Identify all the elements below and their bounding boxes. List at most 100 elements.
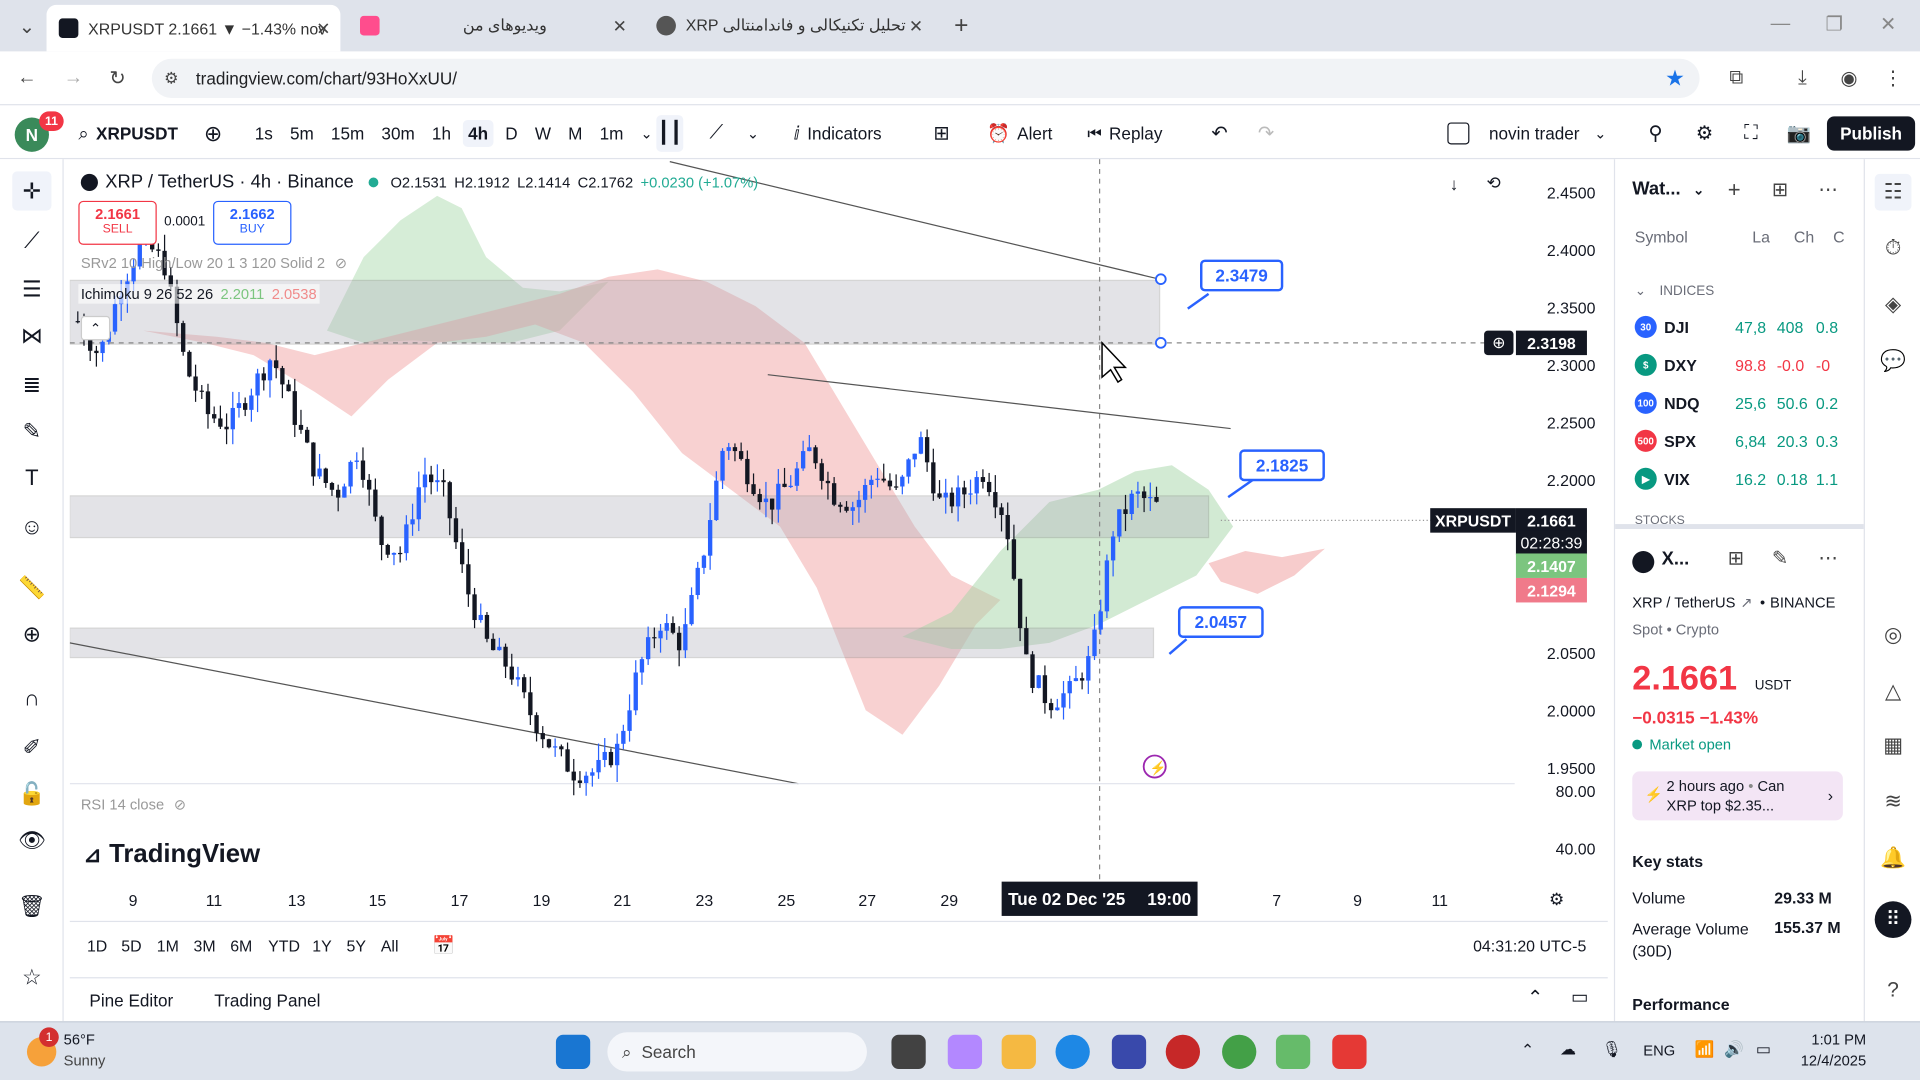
refresh-icon[interactable]: ⟲: [1487, 173, 1501, 194]
quick-search-icon[interactable]: ⚲: [1643, 108, 1667, 159]
support-zone[interactable]: [69, 627, 1155, 659]
taskbar-time[interactable]: 1:01 PM: [1800, 1031, 1866, 1048]
layout-name-button[interactable]: novin trader ⌄: [1489, 108, 1607, 159]
col-change-pct[interactable]: C: [1833, 228, 1844, 246]
ms-store-icon[interactable]: [1111, 1034, 1147, 1069]
volume-icon[interactable]: 🔊: [1724, 1040, 1744, 1060]
app-red-icon[interactable]: [1332, 1034, 1367, 1069]
watchlist-row[interactable]: 500 SPX 6,84 20.3 0.3: [1615, 422, 1865, 459]
more-dots-icon[interactable]: ⋯: [1818, 178, 1838, 202]
col-change[interactable]: Ch: [1794, 228, 1814, 246]
layout-grid-icon[interactable]: ⊞: [928, 108, 955, 159]
range-6m[interactable]: 6M: [230, 937, 252, 955]
line-tool-icon[interactable]: ⟋: [703, 108, 730, 159]
close-tab-icon[interactable]: ✕: [613, 15, 627, 36]
menu-kebab-icon[interactable]: ⋮: [1881, 66, 1905, 90]
range-5y[interactable]: 5Y: [347, 937, 366, 955]
watchlist-row[interactable]: 30 DJI 47,8 408 0.8: [1615, 309, 1865, 346]
clock-text[interactable]: 04:31:20 UTC-5: [1473, 937, 1586, 955]
edge-browser-icon[interactable]: [1055, 1034, 1090, 1069]
undo-icon[interactable]: ↶: [1207, 108, 1231, 159]
url-field[interactable]: ⚙ tradingview.com/chart/93HoXxUU/ ★: [151, 58, 1700, 98]
watchlist-row[interactable]: $ DXY 98.8 -0.0 -0: [1615, 347, 1865, 384]
range-1m[interactable]: 1M: [157, 937, 179, 955]
buy-button[interactable]: 2.1662 BUY: [213, 200, 292, 245]
text-tool-icon[interactable]: T: [12, 458, 51, 497]
fib-icon[interactable]: ≣: [12, 365, 51, 404]
tray-chevron-icon[interactable]: ⌃: [1521, 1041, 1534, 1061]
horizontal-lines-icon[interactable]: ☰: [12, 269, 51, 308]
range-5d[interactable]: 5D: [121, 937, 141, 955]
table-view-icon[interactable]: ⊞: [1772, 178, 1788, 202]
help-icon[interactable]: ?: [1875, 972, 1912, 1009]
trend-line-icon[interactable]: ⟋: [12, 220, 51, 259]
hidden-eye-icon[interactable]: ⊘: [335, 255, 347, 272]
download-icon[interactable]: ⤓: [1790, 66, 1814, 90]
minimize-icon[interactable]: —: [1768, 12, 1792, 36]
alert-button[interactable]: ⏰ Alert: [987, 108, 1052, 159]
external-link-icon[interactable]: ↗: [1740, 594, 1752, 611]
indicators-button[interactable]: ⅈ Indicators: [793, 108, 881, 159]
task-view-icon[interactable]: [891, 1034, 926, 1069]
bookmark-star-icon[interactable]: ★: [1665, 66, 1685, 92]
lower-trendline[interactable]: [69, 642, 799, 785]
interval-1h[interactable]: 1h: [427, 120, 456, 147]
brush-icon[interactable]: ✎: [12, 411, 51, 450]
interval-1mo[interactable]: 1m: [595, 120, 629, 147]
ichimoku-legend[interactable]: Ichimoku 9 26 52 26 2.2011 2.0538: [78, 284, 320, 304]
pdf-app-icon[interactable]: [1165, 1034, 1201, 1069]
range-1y[interactable]: 1Y: [312, 937, 331, 955]
zone-handle[interactable]: [1155, 337, 1167, 349]
chevron-down-icon[interactable]: ⌄: [744, 108, 761, 159]
products-grid-icon[interactable]: ⠿: [1874, 901, 1912, 938]
interval-4h[interactable]: 4h: [463, 120, 494, 147]
back-icon[interactable]: ←: [15, 66, 39, 90]
annotation-label[interactable]: 2.3479: [1200, 259, 1284, 292]
more-dots-icon[interactable]: ⋯: [1818, 546, 1838, 570]
close-tab-icon[interactable]: ✕: [909, 15, 923, 36]
srv-indicator-legend[interactable]: SRv2 10 High/Low 20 1 3 120 Solid 2 ⊘: [81, 255, 347, 272]
time-axis[interactable]: 9 11 13 15 17 19 21 23 25 27 29 7 9 11 T…: [70, 881, 1608, 919]
ideas-icon[interactable]: △: [1875, 673, 1912, 710]
interval-5m[interactable]: 5m: [285, 120, 319, 147]
emoji-icon[interactable]: ☺: [12, 507, 51, 546]
details-symbol[interactable]: X...: [1662, 549, 1690, 570]
interval-w[interactable]: W: [530, 120, 556, 147]
language-indicator[interactable]: ENG: [1643, 1042, 1675, 1059]
extensions-icon[interactable]: ⧉: [1724, 66, 1748, 90]
collapse-legend-icon[interactable]: ⌃: [80, 315, 111, 341]
tab-xrpusdt[interactable]: XRPUSDT 2.1661 ▼ −1.43% nov ✕: [46, 4, 341, 52]
legend-title[interactable]: XRP / TetherUS · 4h · Binance: [105, 171, 353, 192]
tab-trading-panel[interactable]: Trading Panel: [214, 991, 320, 1011]
expand-panel-icon[interactable]: ⌃: [1527, 986, 1543, 1010]
chevron-down-icon[interactable]: ⌄: [641, 125, 653, 142]
pattern-icon[interactable]: ⋈: [12, 316, 51, 355]
weather-temp[interactable]: 56°F: [64, 1031, 95, 1048]
magnet-icon[interactable]: ∩: [12, 678, 51, 717]
lock-icon[interactable]: 🔓: [12, 774, 51, 813]
hidden-eye-icon[interactable]: ⊘: [174, 796, 186, 813]
forward-icon[interactable]: →: [61, 66, 85, 90]
new-tab-icon[interactable]: +: [948, 12, 975, 39]
chat-icon[interactable]: 💬: [1875, 343, 1912, 380]
profile-icon[interactable]: ◉: [1837, 66, 1861, 90]
copilot-icon[interactable]: [947, 1034, 983, 1069]
details-name[interactable]: XRP / TetherUS: [1632, 594, 1735, 611]
compare-add-icon[interactable]: ⊕: [201, 108, 225, 159]
close-tab-icon[interactable]: ✕: [316, 18, 330, 39]
section-stocks[interactable]: STOCKS: [1635, 514, 1685, 524]
target-icon[interactable]: ◎: [1875, 617, 1912, 654]
range-1d[interactable]: 1D: [87, 937, 107, 955]
onedrive-icon[interactable]: ☁: [1560, 1040, 1576, 1060]
watchlist-icon[interactable]: ☷: [1874, 173, 1912, 211]
add-alert-plus-icon[interactable]: ⊕: [1484, 330, 1514, 356]
camera-snapshot-icon[interactable]: 📷: [1785, 108, 1812, 159]
range-3m[interactable]: 3M: [193, 937, 215, 955]
windows-start-icon[interactable]: [555, 1034, 591, 1069]
crosshair-icon[interactable]: ✛: [12, 171, 52, 211]
ruler-icon[interactable]: 📏: [12, 568, 51, 607]
site-info-icon[interactable]: ⚙: [164, 69, 178, 89]
range-ytd[interactable]: YTD: [268, 937, 300, 955]
zoom-in-icon[interactable]: ⊕: [12, 615, 51, 654]
trash-icon[interactable]: 🗑: [12, 887, 51, 926]
